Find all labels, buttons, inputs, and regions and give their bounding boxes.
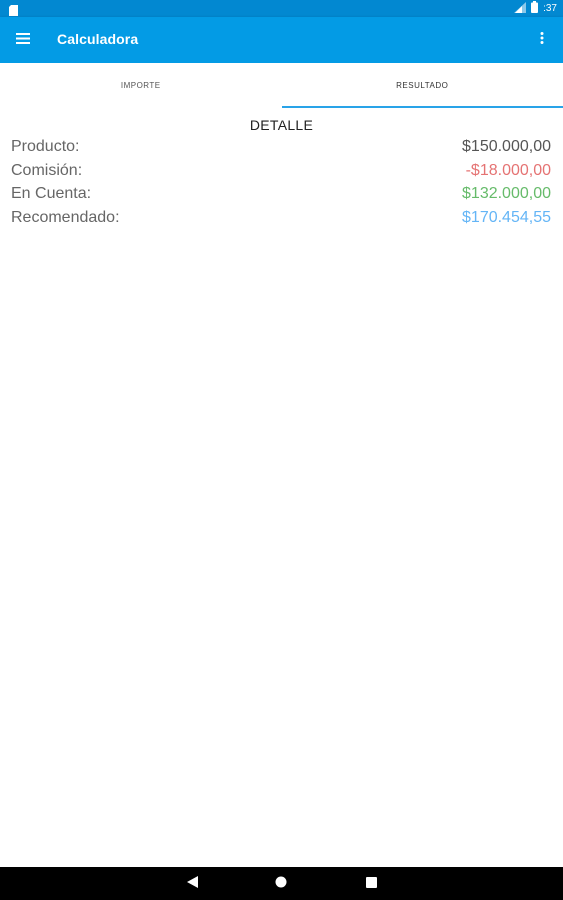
row-value: $170.454,55	[462, 208, 551, 226]
tab-bar: IMPORTE RESULTADO	[0, 63, 563, 108]
detail-row-comision: Comisión: -$18.000,00	[11, 162, 551, 186]
app-bar: Calculadora	[0, 17, 563, 63]
detail-title: DETALLE	[249, 117, 314, 133]
detail-row-recomendado: Recomendado: $170.454,55	[11, 209, 551, 233]
tab-label: IMPORTE	[120, 81, 161, 90]
overflow-menu-button[interactable]	[531, 28, 553, 52]
signal-icon	[514, 0, 527, 18]
app-title: Calculadora	[57, 31, 139, 47]
battery-icon	[531, 0, 539, 18]
row-value: $132.000,00	[462, 185, 551, 202]
menu-button[interactable]	[10, 28, 36, 52]
status-time: :37	[543, 3, 557, 14]
status-bar: :37	[0, 0, 563, 17]
row-label: Producto:	[11, 138, 80, 155]
row-value: -$18.000,00	[465, 161, 551, 179]
row-label: Recomendado:	[11, 208, 120, 226]
home-circle-icon	[275, 875, 287, 893]
hamburger-menu-icon	[16, 31, 30, 49]
detail-row-producto: Producto: $150.000,00	[11, 138, 551, 162]
system-nav-bar	[0, 867, 563, 900]
home-button[interactable]	[272, 875, 290, 893]
recents-square-icon	[365, 875, 377, 893]
detail-row-en-cuenta: En Cuenta: $132.000,00	[11, 185, 551, 209]
row-value: $150.000,00	[462, 138, 551, 155]
tab-label: RESULTADO	[396, 81, 449, 90]
sd-card-icon	[9, 3, 18, 16]
calculator-screen: :37 Calculadora IMPORTE RESULTADO DETALL…	[0, 0, 563, 900]
tab-importe[interactable]: IMPORTE	[0, 63, 282, 108]
status-indicators: :37	[514, 0, 557, 18]
tab-resultado[interactable]: RESULTADO	[281, 63, 563, 108]
row-label: En Cuenta:	[11, 185, 92, 202]
more-vert-icon	[540, 31, 544, 49]
back-button[interactable]	[183, 875, 201, 893]
detail-list: Producto: $150.000,00 Comisión: -$18.000…	[11, 138, 551, 232]
back-triangle-icon	[186, 875, 198, 893]
row-label: Comisión:	[11, 161, 83, 179]
recents-button[interactable]	[362, 875, 380, 893]
